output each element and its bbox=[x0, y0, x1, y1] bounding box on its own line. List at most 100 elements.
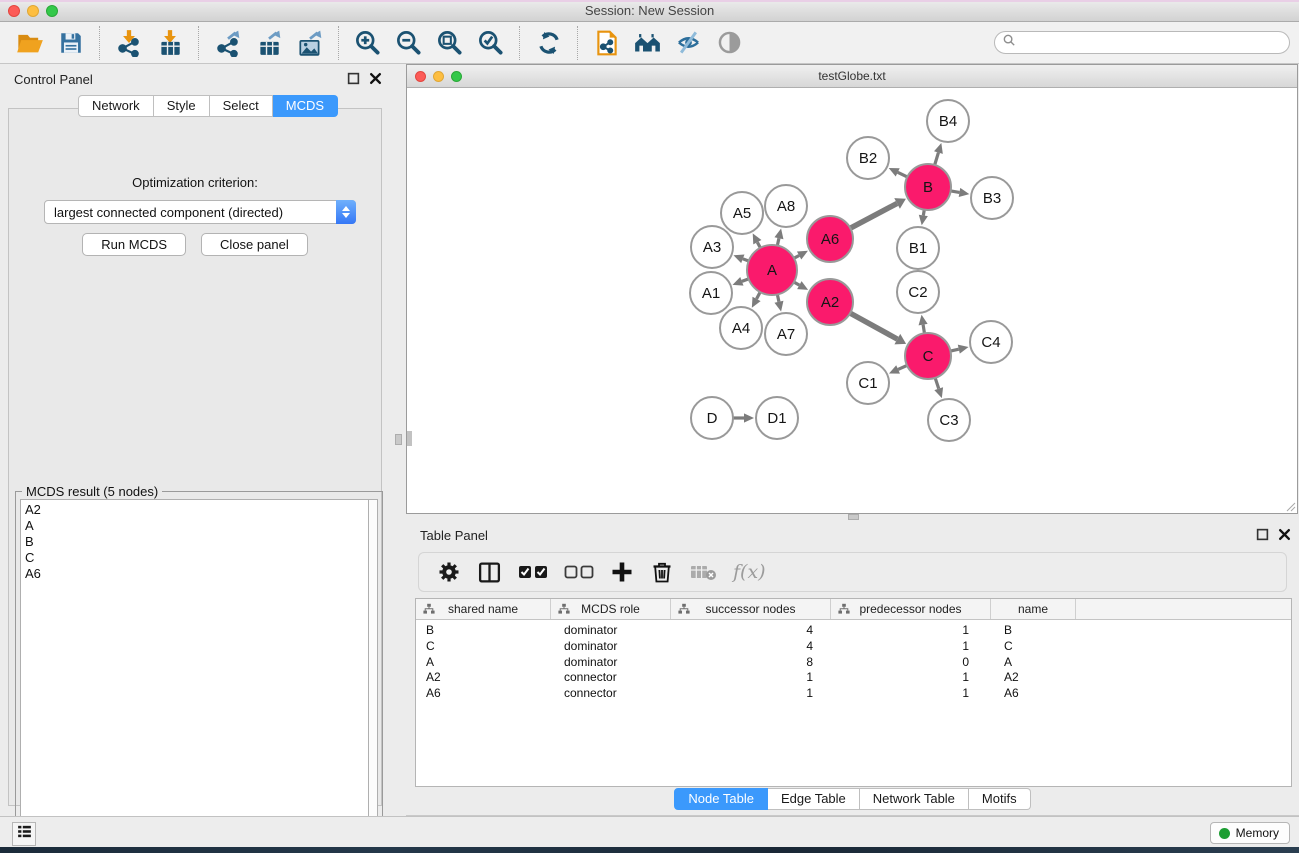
close-panel-button[interactable]: Close panel bbox=[201, 233, 308, 256]
refresh-network-icon[interactable] bbox=[532, 26, 565, 60]
cell-MCDS-role[interactable]: connector bbox=[551, 686, 671, 702]
column-header-shared-name[interactable]: shared name bbox=[416, 599, 551, 619]
resize-grip-icon[interactable] bbox=[1284, 500, 1296, 512]
mcds-result-list[interactable]: A2ABCA6 bbox=[20, 499, 368, 834]
graph-node-B4[interactable]: B4 bbox=[927, 100, 969, 142]
run-mcds-button[interactable]: Run MCDS bbox=[82, 233, 186, 256]
export-image-icon[interactable] bbox=[293, 26, 326, 60]
cell-name[interactable]: B bbox=[991, 623, 1076, 639]
result-scrollbar[interactable] bbox=[368, 499, 378, 834]
float-table-panel-icon[interactable] bbox=[1256, 528, 1269, 541]
save-session-icon[interactable] bbox=[54, 26, 87, 60]
delete-table-icon[interactable] bbox=[690, 562, 717, 582]
table-row[interactable]: Adominator80A bbox=[416, 655, 1291, 671]
export-table-icon[interactable] bbox=[252, 26, 285, 60]
graph-node-A6[interactable]: A6 bbox=[807, 216, 853, 262]
cell-MCDS-role[interactable]: dominator bbox=[551, 623, 671, 639]
cell-MCDS-role[interactable]: connector bbox=[551, 670, 671, 686]
zoom-out-icon[interactable] bbox=[392, 26, 425, 60]
result-item[interactable]: A bbox=[25, 518, 368, 534]
graph-node-A3[interactable]: A3 bbox=[691, 226, 733, 268]
graph-edge-A-A8[interactable] bbox=[774, 228, 783, 245]
cell-predecessor-nodes[interactable]: 1 bbox=[831, 623, 991, 639]
cell-predecessor-nodes[interactable]: 1 bbox=[831, 639, 991, 655]
graph-node-C[interactable]: C bbox=[905, 333, 951, 379]
graph-node-A[interactable]: A bbox=[747, 245, 797, 295]
graph-node-B1[interactable]: B1 bbox=[897, 227, 939, 269]
cell-shared-name[interactable]: A6 bbox=[416, 686, 551, 702]
graph-edge-A-A3[interactable] bbox=[733, 255, 748, 264]
add-column-icon[interactable] bbox=[610, 560, 634, 584]
network-from-file-icon[interactable] bbox=[590, 26, 623, 60]
table-row[interactable]: Cdominator41C bbox=[416, 639, 1291, 655]
float-panel-icon[interactable] bbox=[347, 72, 360, 85]
graph-node-A4[interactable]: A4 bbox=[720, 307, 762, 349]
table-tab-motifs[interactable]: Motifs bbox=[969, 788, 1031, 810]
cell-successor-nodes[interactable]: 4 bbox=[671, 623, 831, 639]
graph-node-C4[interactable]: C4 bbox=[970, 321, 1012, 363]
graph-node-B3[interactable]: B3 bbox=[971, 177, 1013, 219]
cell-name[interactable]: C bbox=[991, 639, 1076, 655]
cell-name[interactable]: A2 bbox=[991, 670, 1076, 686]
close-table-panel-icon[interactable] bbox=[1278, 528, 1291, 541]
tab-style[interactable]: Style bbox=[154, 95, 210, 117]
graph-node-D[interactable]: D bbox=[691, 397, 733, 439]
network-canvas[interactable]: B4B2BB3A8A5A6A3B1AC2A1A2A4A7C4CC1C3DD1 bbox=[407, 88, 1297, 513]
network-vertical-scroll-thumb[interactable] bbox=[407, 431, 412, 446]
cell-MCDS-role[interactable]: dominator bbox=[551, 639, 671, 655]
node-table[interactable]: shared nameMCDS rolesuccessor nodesprede… bbox=[415, 598, 1292, 787]
graph-node-B2[interactable]: B2 bbox=[847, 137, 889, 179]
graph-node-A5[interactable]: A5 bbox=[721, 192, 763, 234]
graph-edge-B-B4[interactable] bbox=[934, 143, 943, 165]
column-header-successor-nodes[interactable]: successor nodes bbox=[671, 599, 831, 619]
table-row[interactable]: A2connector11A2 bbox=[416, 670, 1291, 686]
cell-successor-nodes[interactable]: 8 bbox=[671, 655, 831, 671]
graph-node-A8[interactable]: A8 bbox=[765, 185, 807, 227]
table-row[interactable]: Bdominator41B bbox=[416, 623, 1291, 639]
graph-node-A7[interactable]: A7 bbox=[765, 313, 807, 355]
open-file-icon[interactable] bbox=[13, 26, 46, 60]
cell-name[interactable]: A bbox=[991, 655, 1076, 671]
table-options-icon[interactable] bbox=[437, 560, 461, 584]
search-input[interactable] bbox=[1017, 36, 1289, 50]
import-network-icon[interactable] bbox=[112, 26, 145, 60]
result-item[interactable]: B bbox=[25, 534, 368, 550]
memory-button[interactable]: Memory bbox=[1210, 822, 1290, 844]
graph-edge-A-A1[interactable] bbox=[733, 277, 749, 286]
hide-details-icon[interactable] bbox=[672, 26, 705, 60]
column-header-predecessor-nodes[interactable]: predecessor nodes bbox=[831, 599, 991, 619]
cell-shared-name[interactable]: A bbox=[416, 655, 551, 671]
delete-column-icon[interactable] bbox=[650, 560, 674, 584]
cell-successor-nodes[interactable]: 4 bbox=[671, 639, 831, 655]
select-all-checks-icon[interactable] bbox=[518, 563, 548, 581]
cell-name[interactable]: A6 bbox=[991, 686, 1076, 702]
graph-edge-B-B1[interactable] bbox=[919, 210, 928, 226]
zoom-fit-icon[interactable] bbox=[433, 26, 466, 60]
cell-shared-name[interactable]: C bbox=[416, 639, 551, 655]
graph-node-C3[interactable]: C3 bbox=[928, 399, 970, 441]
graph-edge-A-A2[interactable] bbox=[794, 281, 808, 290]
search-field[interactable] bbox=[994, 31, 1290, 54]
graph-node-D1[interactable]: D1 bbox=[756, 397, 798, 439]
clear-all-checks-icon[interactable] bbox=[564, 563, 594, 581]
import-table-icon[interactable] bbox=[153, 26, 186, 60]
vertical-split-handle[interactable] bbox=[395, 434, 402, 445]
close-panel-icon[interactable] bbox=[369, 72, 382, 85]
function-builder-icon[interactable]: f(x) bbox=[733, 561, 766, 583]
graph-node-B[interactable]: B bbox=[905, 164, 951, 210]
graph-edge-A2-C[interactable] bbox=[850, 313, 906, 344]
tab-network[interactable]: Network bbox=[78, 95, 154, 117]
result-item[interactable]: A2 bbox=[25, 502, 368, 518]
graph-node-A2[interactable]: A2 bbox=[807, 279, 853, 325]
tab-mcds[interactable]: MCDS bbox=[273, 95, 338, 117]
zoom-in-icon[interactable] bbox=[351, 26, 384, 60]
graph-edge-C-C1[interactable] bbox=[889, 365, 907, 373]
cell-shared-name[interactable]: A2 bbox=[416, 670, 551, 686]
graph-edge-A-A4[interactable] bbox=[752, 292, 761, 308]
result-item[interactable]: A6 bbox=[25, 566, 368, 582]
table-tab-node-table[interactable]: Node Table bbox=[674, 788, 768, 810]
cell-predecessor-nodes[interactable]: 0 bbox=[831, 655, 991, 671]
graph-edge-B-B2[interactable] bbox=[889, 168, 908, 177]
criterion-select[interactable]: largest connected component (directed) bbox=[44, 200, 356, 224]
cell-MCDS-role[interactable]: dominator bbox=[551, 655, 671, 671]
